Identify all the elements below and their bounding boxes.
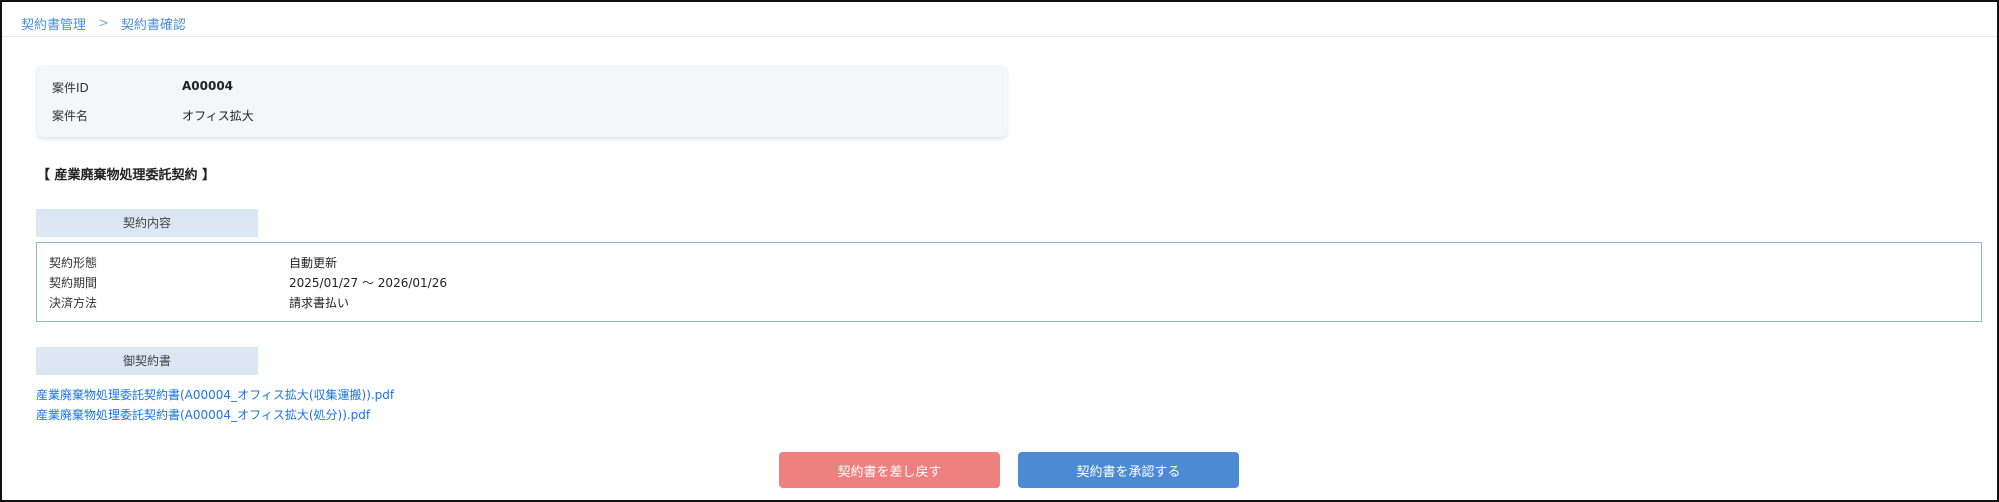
breadcrumb-parent-link[interactable]: 契約書管理 bbox=[21, 14, 86, 33]
breadcrumb: 契約書管理 > 契約書確認 bbox=[21, 14, 186, 33]
project-id-row: 案件ID A00004 bbox=[52, 79, 233, 96]
page-frame: 契約書管理 > 契約書確認 案件ID A00004 案件名 オフィス拡大 【 産… bbox=[0, 0, 1999, 502]
detail-row-payment: 決済方法 請求書払い bbox=[49, 294, 349, 311]
project-id-label: 案件ID bbox=[52, 81, 89, 95]
project-name-value: オフィス拡大 bbox=[182, 109, 254, 123]
return-contract-button[interactable]: 契約書を差し戻す bbox=[779, 452, 1000, 488]
approve-contract-button[interactable]: 契約書を承認する bbox=[1018, 452, 1239, 488]
detail-label: 契約形態 bbox=[49, 256, 98, 270]
contract-details-box: 契約形態 自動更新 契約期間 2025/01/27 〜 2026/01/26 決… bbox=[36, 242, 1982, 322]
project-id-value: A00004 bbox=[182, 79, 234, 93]
detail-value: 請求書払い bbox=[289, 296, 350, 310]
contract-pdf-link-collection[interactable]: 産業廃棄物処理委託契約書(A00004_オフィス拡大(収集運搬)).pdf bbox=[36, 386, 394, 403]
detail-value: 2025/01/27 〜 2026/01/26 bbox=[289, 276, 447, 290]
project-name-label: 案件名 bbox=[52, 109, 89, 123]
detail-label: 契約期間 bbox=[49, 276, 98, 290]
project-name-row: 案件名 オフィス拡大 bbox=[52, 107, 254, 124]
contract-title: 【 産業廃棄物処理委託契約 】 bbox=[37, 168, 216, 183]
detail-value: 自動更新 bbox=[289, 256, 338, 270]
detail-label: 決済方法 bbox=[49, 296, 98, 310]
documents-header: 御契約書 bbox=[36, 347, 258, 375]
breadcrumb-current: 契約書確認 bbox=[120, 18, 186, 33]
header-divider bbox=[2, 36, 1997, 37]
contract-pdf-link-disposal[interactable]: 産業廃棄物処理委託契約書(A00004_オフィス拡大(処分)).pdf bbox=[36, 406, 370, 423]
breadcrumb-separator: > bbox=[98, 16, 109, 31]
contract-details-header: 契約内容 bbox=[36, 209, 258, 237]
detail-row-type: 契約形態 自動更新 bbox=[49, 254, 337, 271]
detail-row-period: 契約期間 2025/01/27 〜 2026/01/26 bbox=[49, 274, 447, 291]
project-info-card: 案件ID A00004 案件名 オフィス拡大 bbox=[37, 65, 1007, 137]
